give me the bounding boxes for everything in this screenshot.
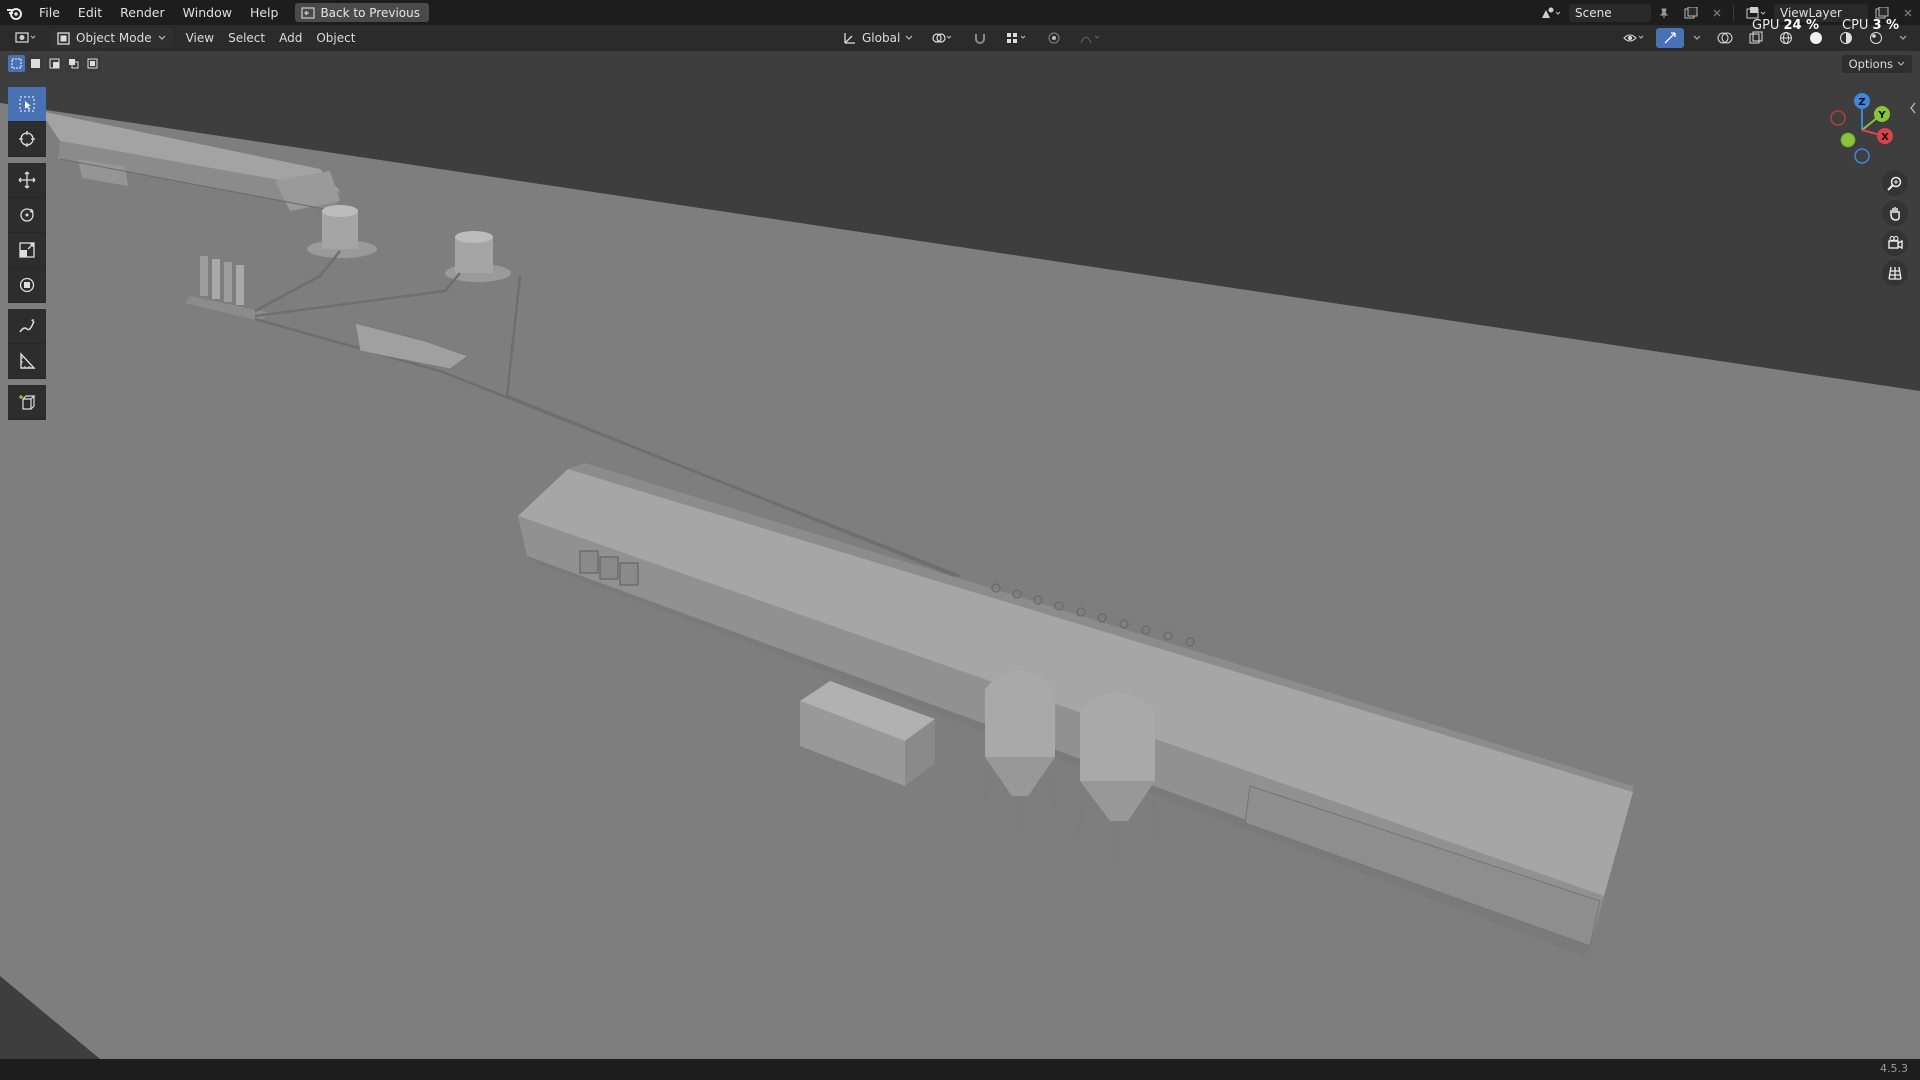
tool-shelf [8,87,46,420]
mode-label: Object Mode [76,31,152,45]
scene-render [0,103,1920,1059]
hand-pan-icon[interactable] [1882,200,1908,226]
header-menu-add[interactable]: Add [272,28,309,48]
orientation-icon [844,33,855,44]
menu-render[interactable]: Render [111,0,174,25]
transform-tools: Global [836,28,1110,48]
select-box-icon[interactable] [8,87,46,122]
neg-z-axis-handle [1854,148,1870,164]
falloff-icon[interactable] [1072,28,1110,48]
visibility-icon[interactable] [1616,28,1654,48]
header-menu-object[interactable]: Object [309,28,362,48]
scene-browse-icon[interactable] [1533,3,1569,23]
annotate-icon[interactable] [8,309,46,344]
mode-selector[interactable]: Object Mode [50,28,173,48]
scene-name-field[interactable]: Scene [1569,3,1651,22]
menu-edit[interactable]: Edit [69,0,111,25]
camera-icon[interactable] [1882,230,1908,256]
orientation-label: Global [862,31,901,45]
gizmo-toggle-icon[interactable] [1656,28,1684,48]
select-new-icon[interactable] [8,55,25,72]
measure-icon[interactable] [8,344,46,379]
blender-logo-icon[interactable] [0,0,30,25]
gpu-stat: GPU 24 % [1752,18,1819,33]
rotate-icon[interactable] [8,198,46,233]
scene-name: Scene [1575,5,1612,20]
proportional-edit-icon[interactable] [1040,28,1068,48]
delete-view-layer-icon[interactable] [1896,3,1920,23]
select-extend-icon[interactable] [27,55,44,72]
gpu-value: 24 % [1783,18,1820,33]
snap-target-icon[interactable] [998,28,1036,48]
gpu-label: GPU [1752,18,1780,33]
chevron-down-icon [158,35,166,40]
move-icon[interactable] [8,163,46,198]
select-difference-icon[interactable] [65,55,82,72]
zoom-icon[interactable] [1882,170,1908,196]
object-mode-icon [57,31,70,45]
cpu-stat: CPU 3 % [1842,18,1899,33]
new-scene-icon[interactable] [1677,3,1705,23]
status-bar: 4.5.3 [0,1059,1920,1080]
3d-viewport[interactable] [0,51,1920,1059]
grid-icon[interactable] [1882,260,1908,286]
transform-orientation-dropdown[interactable]: Global [836,28,920,48]
version-label: 4.5.3 [1880,1062,1908,1075]
neg-y-axis-handle [1840,132,1856,148]
header-menu-view[interactable]: View [179,28,221,48]
neg-x-axis-handle [1830,110,1846,126]
overlays-icon[interactable] [1710,28,1740,48]
gizmo-dropdown-icon[interactable] [1686,28,1708,48]
editor-type-icon[interactable] [8,28,46,48]
transform-icon[interactable] [8,268,46,303]
menu-help[interactable]: Help [241,0,288,25]
menu-file[interactable]: File [30,0,69,25]
select-subtract-icon[interactable] [46,55,63,72]
pin-icon[interactable] [1651,3,1677,23]
options-dropdown[interactable]: Options [1841,55,1912,73]
scale-icon[interactable] [8,233,46,268]
back-to-previous-label: Back to Previous [320,5,420,20]
selection-mode-buttons [8,55,101,72]
y-axis-label: Y [1877,110,1886,121]
x-axis-label: X [1881,132,1889,143]
z-axis-label: Z [1858,97,1865,108]
menu-window[interactable]: Window [174,0,241,25]
cpu-value: 3 % [1872,18,1900,33]
cursor-icon[interactable] [8,122,46,157]
pivot-point-icon[interactable] [924,28,962,48]
delete-scene-icon[interactable] [1705,3,1729,23]
navigation-gizmo[interactable]: Z Y X [1822,90,1902,170]
chevron-down-icon [1897,61,1905,66]
header-menu-select[interactable]: Select [221,28,272,48]
snap-toggle-icon[interactable] [966,28,994,48]
add-cube-icon[interactable] [8,385,46,420]
back-icon [301,6,316,19]
options-label: Options [1848,57,1893,71]
back-to-previous-button[interactable]: Back to Previous [295,3,429,22]
cpu-label: CPU [1842,18,1869,33]
sidebar-toggle-icon[interactable] [1908,100,1918,116]
top-menu-bar: File Edit Render Window Help Back to Pre… [0,0,1920,25]
select-intersect-icon[interactable] [84,55,101,72]
viewport-header: Object Mode View Select Add Object Globa… [0,25,1920,51]
